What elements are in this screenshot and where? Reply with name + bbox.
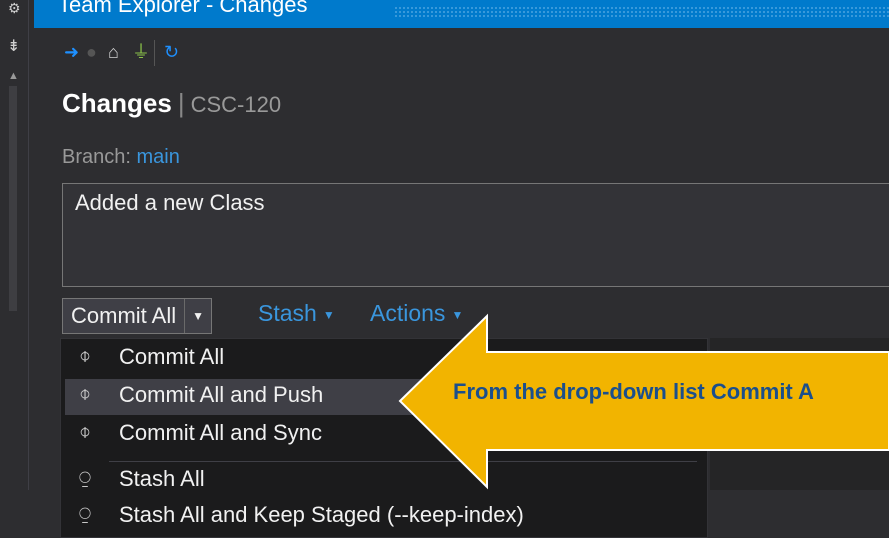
stash-dropdown[interactable]: Stash ▼ bbox=[258, 300, 335, 327]
titlebar-grip bbox=[394, 6, 889, 18]
chevron-down-icon[interactable]: ▼ bbox=[184, 299, 211, 333]
window-title: Team Explorer - Changes bbox=[58, 0, 308, 17]
actions-label[interactable]: Actions bbox=[370, 300, 445, 326]
stash-label[interactable]: Stash bbox=[258, 300, 317, 326]
stash-icon: ⍜ bbox=[79, 467, 91, 489]
refresh-icon[interactable]: ↻ bbox=[164, 42, 179, 62]
callout-text: From the drop-down list Commit A bbox=[453, 379, 814, 404]
pin-icon[interactable]: ⇟ bbox=[7, 36, 20, 56]
menu-item-label: Stash All and Keep Staged (--keep-index) bbox=[119, 502, 524, 527]
actions-dropdown[interactable]: Actions ▼ bbox=[370, 300, 463, 327]
home-icon[interactable]: ⌂ bbox=[108, 42, 119, 62]
gear-icon[interactable]: ⚙ bbox=[8, 0, 21, 17]
connect-plug-icon[interactable]: ⏚ bbox=[132, 42, 150, 62]
page-title: Changes | CSC-120 bbox=[62, 88, 281, 119]
menu-separator bbox=[109, 461, 697, 462]
toolbar-separator bbox=[154, 40, 155, 66]
back-icon[interactable]: ➜ bbox=[64, 42, 79, 62]
menu-item-label: Commit All bbox=[119, 344, 225, 369]
changes-panel-background bbox=[710, 338, 889, 490]
commit-icon: ⌽ bbox=[79, 345, 91, 367]
menu-item-stash-all[interactable]: ⍜ Stash All bbox=[65, 463, 703, 499]
menu-item-label: Commit All and Sync bbox=[119, 420, 322, 445]
chevron-down-icon[interactable]: ▼ bbox=[451, 308, 463, 322]
commit-dropdown-menu: ⌽ Commit All ⌽ Commit All and Push ⌽ Com… bbox=[60, 338, 708, 538]
left-tool-strip: ⚙ ⇟ ▲ bbox=[0, 0, 29, 533]
scroll-up-icon[interactable]: ▲ bbox=[8, 70, 19, 82]
menu-item-stash-all-keep-staged[interactable]: ⍜ Stash All and Keep Staged (--keep-inde… bbox=[65, 499, 703, 535]
commit-message-input[interactable]: Added a new Class bbox=[62, 183, 889, 287]
branch-row: Branch: main bbox=[62, 146, 180, 169]
branch-label: Branch: bbox=[62, 146, 131, 168]
menu-item-label: Stash All bbox=[119, 466, 205, 491]
menu-item-label: Commit All and Push bbox=[119, 382, 324, 407]
commit-all-split-button[interactable]: Commit All ▼ bbox=[62, 298, 213, 334]
toolbar: ➜ ● ⌂ ⏚ ↻ bbox=[34, 36, 889, 68]
menu-item-commit-all-and-sync[interactable]: ⌽ Commit All and Sync bbox=[65, 417, 703, 453]
commit-icon: ⌽ bbox=[79, 421, 91, 443]
menu-item-commit-all[interactable]: ⌽ Commit All bbox=[65, 341, 703, 377]
scrollbar[interactable] bbox=[9, 86, 17, 311]
stash-icon: ⍜ bbox=[79, 503, 91, 525]
branch-link[interactable]: main bbox=[137, 146, 180, 168]
project-name[interactable]: CSC-120 bbox=[191, 92, 281, 117]
title-separator: | bbox=[177, 88, 185, 118]
commit-icon: ⌽ bbox=[79, 383, 91, 405]
window-titlebar: Team Explorer - Changes bbox=[34, 0, 889, 28]
commit-all-button[interactable]: Commit All bbox=[63, 299, 184, 333]
chevron-down-icon[interactable]: ▼ bbox=[323, 308, 335, 322]
page-heading: Changes bbox=[62, 88, 172, 118]
forward-icon[interactable]: ● bbox=[86, 42, 97, 62]
commit-message-text[interactable]: Added a new Class bbox=[75, 190, 265, 216]
